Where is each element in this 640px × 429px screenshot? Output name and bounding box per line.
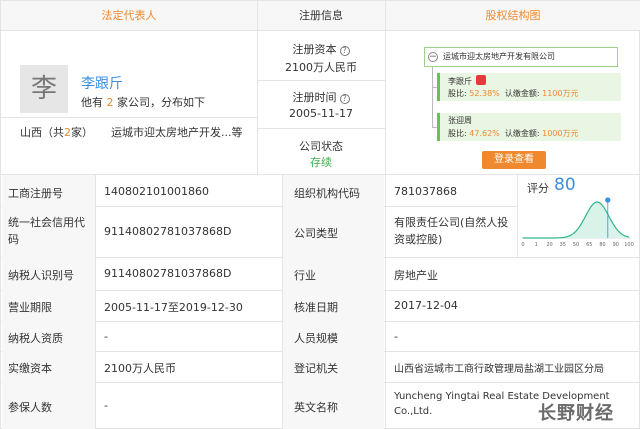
legal-rep-company-count: 他有 2 家公司，分布如下 bbox=[81, 94, 205, 110]
shareholder-detail: 股比: 47.62% 认缴金额: 1000万元 bbox=[448, 129, 579, 138]
tick-label: 35 bbox=[560, 242, 566, 248]
tick-label: 50 bbox=[573, 242, 579, 248]
date-value: 2005-11-17 bbox=[289, 107, 353, 120]
tick-label: 1 bbox=[535, 242, 538, 248]
paid-capital-value: 2100万人民币 bbox=[104, 362, 176, 375]
reg-authority-label: 登记机关 bbox=[294, 362, 338, 375]
divider bbox=[385, 1, 386, 174]
divider bbox=[95, 174, 96, 429]
header-legal-rep: 法定代表人 bbox=[1, 1, 257, 31]
insured-count-label: 参保人数 bbox=[8, 401, 52, 414]
avatar: 李 bbox=[20, 65, 68, 113]
tick-label: 90 bbox=[613, 242, 619, 248]
org-code-value: 781037868 bbox=[394, 185, 457, 198]
count-suffix: 家公司，分布如下 bbox=[117, 96, 205, 109]
tick-label: 100 bbox=[624, 242, 634, 248]
watermark-logo: 长野财经 bbox=[538, 403, 614, 424]
english-name-label: 英文名称 bbox=[294, 401, 338, 414]
shareholder-node[interactable]: 张迎周 股比: 47.62% 认缴金额: 1000万元 bbox=[437, 113, 621, 141]
equity-company-node[interactable]: − 运城市迎太房地产开发有限公司 bbox=[424, 47, 618, 67]
region-prefix: 山西（共 bbox=[20, 126, 64, 139]
capital-value: 2100万人民币 bbox=[285, 61, 357, 74]
reg-authority-value: 山西省运城市工商行政管理局盐湖工业园区分局 bbox=[394, 364, 604, 375]
region-count: 山西（共2家） bbox=[20, 124, 93, 140]
taxpayer-qual-label: 纳税人资质 bbox=[8, 332, 63, 345]
company-type-label: 公司类型 bbox=[294, 227, 338, 240]
taxpayer-qual-value: - bbox=[104, 330, 108, 343]
tick-label: 0 bbox=[521, 242, 524, 248]
header-reg-info: 注册信息 bbox=[257, 1, 385, 31]
business-term-label: 营业期限 bbox=[8, 301, 52, 314]
org-code-label: 组织机构代码 bbox=[294, 187, 360, 200]
taxpayer-id-value: 91140802781037868D bbox=[104, 267, 232, 280]
score-curve-fill bbox=[523, 202, 629, 238]
divider bbox=[1, 117, 257, 118]
region-number: 2 bbox=[64, 126, 71, 139]
score-marker-icon bbox=[605, 197, 611, 203]
staff-size-label: 人员规模 bbox=[294, 332, 338, 345]
approval-date-value: 2017-12-04 bbox=[394, 299, 458, 312]
count-number: 2 bbox=[106, 96, 114, 109]
legal-rep-name-link[interactable]: 李跟斤 bbox=[81, 73, 123, 93]
date-label: 注册时间? bbox=[257, 89, 385, 105]
question-icon[interactable]: ? bbox=[339, 46, 350, 56]
date-label-text: 注册时间 bbox=[292, 91, 337, 104]
divider bbox=[282, 174, 283, 429]
credit-code-value: 91140802781037868D bbox=[104, 225, 232, 238]
shareholder-name: 李跟斤 bbox=[448, 75, 486, 87]
tick-label: 65 bbox=[586, 242, 592, 248]
divider bbox=[257, 80, 385, 81]
header-equity[interactable]: 股权结构图 bbox=[385, 1, 640, 31]
score-distribution-chart: 0 1 20 35 50 65 80 90 100 bbox=[521, 197, 634, 248]
taxpayer-id-label: 纳税人识别号 bbox=[8, 269, 74, 282]
collapse-icon[interactable]: − bbox=[428, 52, 438, 62]
reg-number-label: 工商注册号 bbox=[8, 187, 63, 200]
business-term-value: 2005-11-17至2019-12-30 bbox=[104, 301, 243, 314]
tick-label: 20 bbox=[546, 242, 552, 248]
question-icon[interactable]: ? bbox=[339, 94, 350, 104]
shareholder-detail: 股比: 52.38% 认缴金额: 1100万元 bbox=[448, 89, 579, 98]
status-label: 公司状态 bbox=[299, 140, 343, 153]
insured-count-value: - bbox=[104, 399, 108, 412]
score-value: 80 bbox=[554, 175, 576, 195]
divider bbox=[257, 128, 385, 129]
region-suffix: 家） bbox=[71, 126, 93, 139]
chart-ticks: 0 1 20 35 50 65 80 90 100 bbox=[521, 242, 633, 248]
equity-connector bbox=[432, 67, 433, 127]
industry-label: 行业 bbox=[294, 269, 316, 282]
capital-label-text: 注册资本 bbox=[292, 43, 337, 56]
industry-value: 房地产业 bbox=[394, 269, 438, 282]
login-view-button[interactable]: 登录查看 bbox=[482, 151, 546, 169]
count-prefix: 他有 bbox=[81, 96, 103, 109]
capital-label: 注册资本? bbox=[257, 41, 385, 57]
divider bbox=[385, 174, 386, 429]
shareholder-node[interactable]: 李跟斤 股比: 52.38% 认缴金额: 1100万元 bbox=[437, 73, 621, 101]
company-type-value: 有限责任公司(自然人投资或控股) bbox=[394, 216, 509, 246]
paid-capital-label: 实缴资本 bbox=[8, 362, 52, 375]
credit-code-label: 统一社会信用代码 bbox=[8, 216, 85, 246]
reg-number-value: 140802101001860 bbox=[104, 185, 209, 198]
shareholder-name: 张迎周 bbox=[448, 116, 472, 125]
tick-label: 80 bbox=[599, 242, 605, 248]
company-info-panel: 法定代表人 注册信息 股权结构图 李 李跟斤 他有 2 家公司，分布如下 山西（… bbox=[0, 0, 640, 429]
approval-date-label: 核准日期 bbox=[294, 301, 338, 314]
staff-size-value: - bbox=[394, 330, 398, 343]
equity-company-name: 运城市迎太房地产开发有限公司 bbox=[443, 52, 555, 61]
legal-rep-badge-icon bbox=[476, 75, 486, 85]
region-company-link[interactable]: 运城市迎太房地产开发...等 bbox=[111, 124, 243, 140]
status-badge: 存续 bbox=[310, 156, 332, 169]
